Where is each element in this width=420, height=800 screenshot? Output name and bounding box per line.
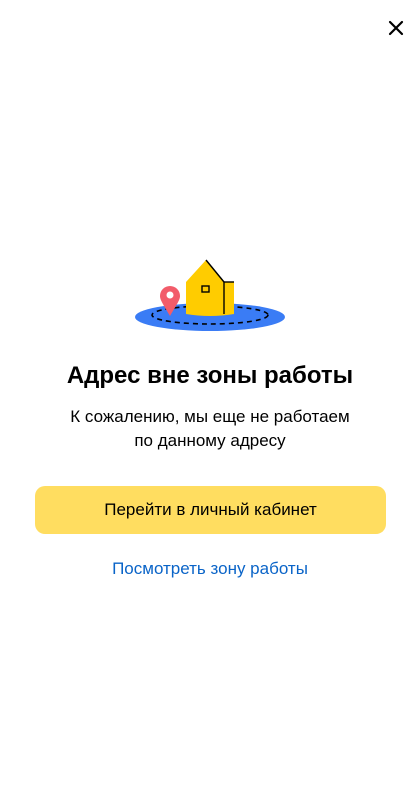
page-title: Адрес вне зоны работы	[66, 362, 354, 389]
subtitle-text: К сожалению, мы еще не работаем по данно…	[0, 405, 420, 453]
subtitle-line-2: по данному адресу	[134, 431, 286, 450]
house-outside-zone-illustration	[134, 256, 286, 336]
go-to-account-button[interactable]: Перейти в личный кабинет	[35, 486, 386, 534]
close-icon	[388, 20, 404, 36]
subtitle-line-1: К сожалению, мы еще не работаем	[70, 407, 350, 426]
close-button[interactable]	[384, 16, 408, 40]
view-service-zone-link[interactable]: Посмотреть зону работы	[0, 556, 420, 582]
